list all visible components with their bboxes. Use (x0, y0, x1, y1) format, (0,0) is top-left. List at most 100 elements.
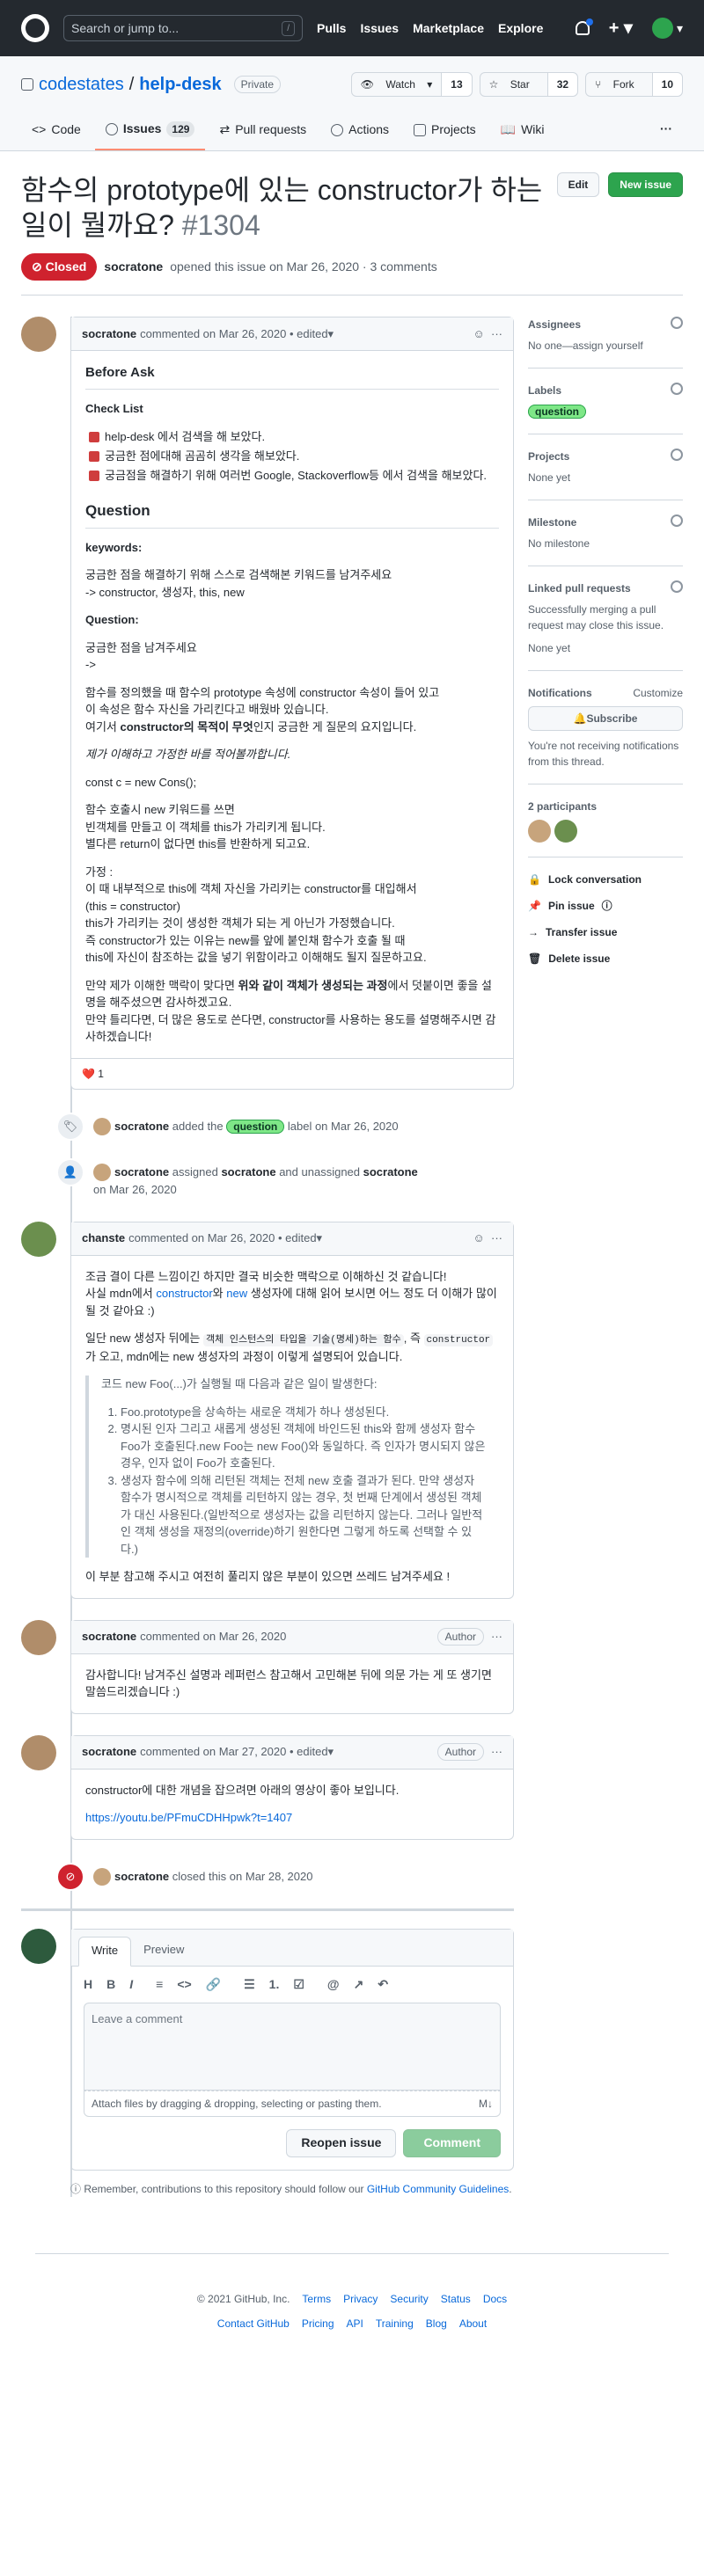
assign-yourself[interactable]: No one—assign yourself (528, 339, 643, 352)
comment-button[interactable]: Comment (403, 2128, 501, 2157)
quote-icon[interactable]: ≡ (156, 1975, 163, 1994)
issue-author[interactable]: socratone (104, 258, 163, 276)
link-icon[interactable]: 🔗 (206, 1975, 221, 1994)
tab-pull-requests[interactable]: ⇄ Pull requests (209, 113, 317, 150)
avatar[interactable] (528, 820, 551, 843)
comment-meta[interactable]: commented on Mar 26, 2020 • edited (128, 1230, 316, 1247)
nav-issues[interactable]: Issues (360, 19, 399, 38)
sidebar: Assignees No one—assign yourself Labels qu… (528, 317, 683, 2197)
nav-pulls[interactable]: Pulls (317, 19, 346, 38)
community-guidelines-link[interactable]: GitHub Community Guidelines (367, 2183, 509, 2195)
smiley-icon[interactable]: ☺ ··· (473, 1230, 502, 1247)
avatar[interactable] (21, 1928, 56, 1964)
delete-issue-button[interactable]: 🗑 Delete issue (528, 945, 683, 972)
tab-code[interactable]: <> Code (21, 113, 92, 150)
edit-button[interactable]: Edit (556, 172, 600, 197)
ordered-list-icon[interactable]: 1. (269, 1975, 280, 1994)
footer-link-privacy[interactable]: Privacy (343, 2291, 378, 2307)
footer-link-security[interactable]: Security (390, 2291, 428, 2307)
github-logo-icon[interactable] (21, 14, 49, 42)
watch-button[interactable]: 👁 Watch ▾ 13 (350, 72, 473, 97)
bold-icon[interactable]: B (106, 1975, 115, 1994)
customize-link[interactable]: Customize (633, 685, 683, 701)
italic-icon[interactable]: I (129, 1975, 133, 1994)
footer: © 2021 GitHub, Inc. Terms Privacy Securi… (35, 2252, 669, 2332)
lock-conversation-button[interactable]: 🔒 Lock conversation (528, 866, 683, 893)
label-question[interactable]: question (528, 405, 586, 419)
comment-meta[interactable]: commented on Mar 26, 2020 • edited (140, 325, 327, 343)
more-icon[interactable]: ··· (491, 1628, 502, 1646)
reference-icon[interactable]: ↗ (354, 1975, 364, 1994)
footer-link-about[interactable]: About (459, 2316, 487, 2332)
link-constructor[interactable]: constructor (156, 1287, 212, 1300)
footer-copyright: © 2021 GitHub, Inc. (196, 2292, 290, 2305)
comment-author[interactable]: socratone (82, 1628, 136, 1646)
heading-icon[interactable]: H (84, 1975, 92, 1994)
avatar[interactable] (21, 1221, 56, 1257)
blockquote: 코드 new Foo(...)가 실행될 때 다음과 같은 일이 발생한다: F… (85, 1376, 499, 1558)
new-issue-button[interactable]: New issue (608, 172, 683, 197)
fork-button[interactable]: ⑂ Fork 10 (585, 72, 683, 97)
reopen-issue-button[interactable]: Reopen issue (286, 2128, 397, 2157)
avatar[interactable] (21, 1619, 56, 1655)
footer-link-pricing[interactable]: Pricing (302, 2316, 334, 2332)
tab-issues[interactable]: Issues 129 (94, 113, 206, 150)
avatar[interactable]: ▾ (651, 18, 683, 39)
timeline-event-labeled: 🏷 socratone added the question label on M… (56, 1104, 514, 1149)
avatar[interactable] (21, 1734, 56, 1770)
watch-count: 13 (441, 73, 472, 96)
transfer-issue-button[interactable]: → Transfer issue (528, 919, 683, 945)
avatar[interactable] (21, 317, 56, 352)
checkbox-icon (89, 451, 99, 462)
smiley-icon[interactable]: ☺ ··· (473, 325, 502, 343)
star-button[interactable]: ☆ Star 32 (479, 72, 579, 97)
heading-question: Question (85, 500, 499, 529)
issues-count: 129 (166, 120, 195, 137)
comment-meta[interactable]: commented on Mar 27, 2020 • edited (140, 1743, 327, 1761)
comment-author[interactable]: socratone (82, 1743, 136, 1761)
author-badge: Author (436, 1628, 484, 1646)
gear-icon[interactable] (671, 317, 683, 329)
link-new[interactable]: new (226, 1287, 247, 1300)
comment-author[interactable]: chanste (82, 1230, 125, 1247)
more-tabs-button[interactable]: ··· (649, 113, 683, 150)
youtube-link[interactable]: https://youtu.be/PFmuCDHHpwk?t=1407 (85, 1811, 292, 1824)
footer-link-blog[interactable]: Blog (426, 2316, 447, 2332)
plus-icon[interactable]: + ▾ (609, 15, 633, 41)
tab-actions[interactable]: Actions (320, 113, 400, 150)
footer-link-contact[interactable]: Contact GitHub (217, 2316, 290, 2332)
subscribe-button[interactable]: 🔔 Subscribe (528, 706, 683, 731)
gear-icon[interactable] (671, 514, 683, 527)
tab-preview[interactable]: Preview (131, 1937, 196, 1966)
code-icon[interactable]: <> (177, 1975, 191, 1994)
gear-icon[interactable] (671, 580, 683, 593)
attach-files[interactable]: Attach files by dragging & dropping, sel… (84, 2090, 501, 2117)
bell-icon[interactable] (575, 18, 593, 35)
reaction-heart[interactable]: ❤️ 1 (82, 1066, 104, 1082)
label-question[interactable]: question (226, 1119, 285, 1134)
repo-owner-link[interactable]: codestates (39, 71, 124, 98)
footer-link-status[interactable]: Status (441, 2291, 471, 2307)
footer-link-docs[interactable]: Docs (483, 2291, 507, 2307)
nav-marketplace[interactable]: Marketplace (413, 19, 484, 38)
tab-write[interactable]: Write (78, 1936, 132, 1967)
mention-icon[interactable]: @ (327, 1975, 340, 1994)
repo-name-link[interactable]: help-desk (139, 71, 221, 98)
avatar[interactable] (554, 820, 577, 843)
comment-author[interactable]: socratone (82, 325, 136, 343)
tab-wiki[interactable]: 📖 Wiki (490, 113, 555, 150)
comment-textarea[interactable]: Leave a comment (84, 2002, 501, 2091)
footer-link-training[interactable]: Training (376, 2316, 414, 2332)
unordered-list-icon[interactable]: ☰ (244, 1975, 255, 1994)
search-input[interactable]: Search or jump to... / (63, 15, 303, 41)
undo-icon[interactable]: ↶ (378, 1975, 388, 1994)
nav-explore[interactable]: Explore (498, 19, 543, 38)
footer-link-terms[interactable]: Terms (302, 2291, 331, 2307)
pin-issue-button[interactable]: 📌 Pin issue ⓘ (528, 893, 683, 919)
footer-link-api[interactable]: API (347, 2316, 363, 2332)
tab-projects[interactable]: Projects (403, 113, 487, 150)
more-icon[interactable]: ··· (491, 1743, 502, 1761)
task-list-icon[interactable]: ☑ (293, 1975, 304, 1994)
gear-icon[interactable] (671, 449, 683, 461)
gear-icon[interactable] (671, 383, 683, 395)
